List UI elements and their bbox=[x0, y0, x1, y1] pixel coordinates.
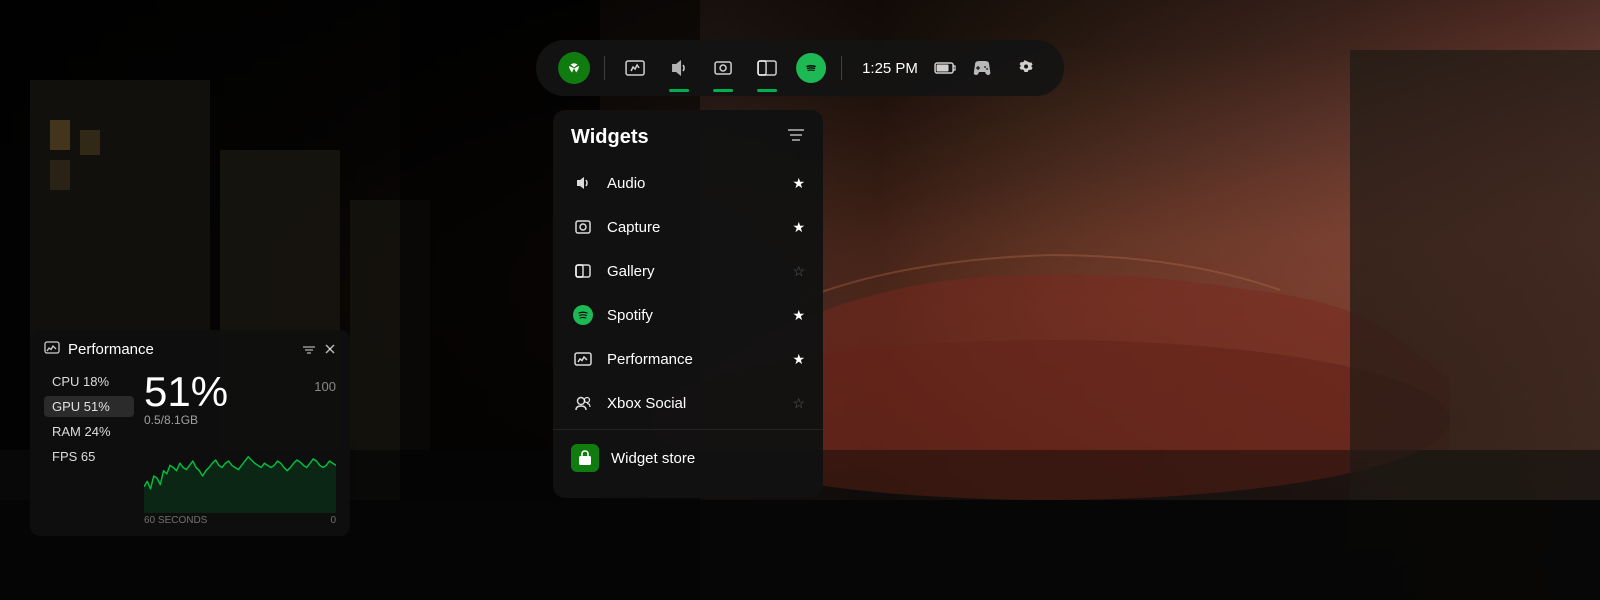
perf-stat-fps[interactable]: FPS 65 bbox=[44, 446, 134, 467]
capture-widget-icon bbox=[571, 215, 595, 239]
performance-widget-icon bbox=[571, 347, 595, 371]
performance-topbar-button[interactable] bbox=[617, 50, 653, 86]
perf-gpu-label: GPU 51% bbox=[52, 399, 110, 414]
gallery-topbar-button[interactable] bbox=[749, 50, 785, 86]
capture-star[interactable]: ★ bbox=[792, 219, 805, 236]
widget-item-capture[interactable]: Capture ★ bbox=[553, 205, 823, 249]
widget-item-gallery[interactable]: Gallery ☆ bbox=[553, 249, 823, 293]
widget-item-performance[interactable]: Performance ★ bbox=[553, 337, 823, 381]
perf-widget-header: Performance bbox=[44, 340, 336, 359]
perf-widget-title: Performance bbox=[68, 341, 154, 358]
perf-stat-gpu[interactable]: GPU 51% bbox=[44, 396, 134, 417]
perf-settings-icon[interactable] bbox=[302, 342, 316, 358]
perf-stats-list: CPU 18% GPU 51% RAM 24% FPS 65 bbox=[44, 371, 134, 526]
spotify-icon bbox=[796, 53, 826, 83]
audio-widget-label: Audio bbox=[607, 175, 780, 192]
xbox-logo bbox=[558, 52, 590, 84]
audio-widget-icon bbox=[571, 171, 595, 195]
perf-sub-value: 0.5/8.1GB bbox=[144, 413, 336, 427]
capture-widget-label: Capture bbox=[607, 219, 780, 236]
widgets-filter-icon[interactable] bbox=[787, 128, 805, 147]
topbar-divider-1 bbox=[604, 56, 605, 80]
audio-topbar-button[interactable] bbox=[661, 50, 697, 86]
settings-button[interactable] bbox=[1008, 50, 1044, 86]
perf-chart bbox=[144, 433, 336, 513]
spotify-widget-label: Spotify bbox=[607, 307, 780, 324]
widget-store-item[interactable]: Widget store bbox=[553, 429, 823, 482]
xbox-social-widget-icon bbox=[571, 391, 595, 415]
widget-item-xbox-social[interactable]: Xbox Social ☆ bbox=[553, 381, 823, 425]
spotify-widget-icon bbox=[571, 303, 595, 327]
topbar-battery bbox=[934, 61, 956, 75]
gallery-widget-icon bbox=[571, 259, 595, 283]
capture-topbar-button[interactable] bbox=[705, 50, 741, 86]
perf-fps-label: FPS 65 bbox=[52, 449, 95, 464]
xbox-social-star[interactable]: ☆ bbox=[792, 395, 805, 412]
perf-stat-ram[interactable]: RAM 24% bbox=[44, 421, 134, 442]
spotify-star[interactable]: ★ bbox=[792, 307, 805, 324]
perf-main-value: 51% bbox=[144, 371, 228, 413]
widget-item-spotify[interactable]: Spotify ★ bbox=[553, 293, 823, 337]
widgets-panel: Widgets Audio ★ Capture ★ bbox=[553, 110, 823, 498]
performance-widget-label: Performance bbox=[607, 351, 780, 368]
perf-cpu-label: CPU 18% bbox=[52, 374, 109, 389]
topbar: 1:25 PM bbox=[536, 40, 1064, 96]
widgets-title: Widgets bbox=[571, 126, 649, 149]
performance-star[interactable]: ★ bbox=[792, 351, 805, 368]
perf-max-value: 100 bbox=[314, 379, 336, 394]
audio-star[interactable]: ★ bbox=[792, 175, 805, 192]
perf-close-icon[interactable] bbox=[324, 342, 336, 358]
perf-chart-labels: 60 SECONDS 0 bbox=[144, 515, 336, 526]
perf-main-display: 51% 100 0.5/8.1GB 60 SECONDS 0 bbox=[134, 371, 336, 526]
xbox-button[interactable] bbox=[556, 50, 592, 86]
perf-widget-body: CPU 18% GPU 51% RAM 24% FPS 65 51% 100 0… bbox=[44, 371, 336, 526]
gallery-star[interactable]: ☆ bbox=[792, 263, 805, 280]
gallery-widget-label: Gallery bbox=[607, 263, 780, 280]
controller-icon bbox=[964, 50, 1000, 86]
perf-ram-label: RAM 24% bbox=[52, 424, 111, 439]
widget-store-label: Widget store bbox=[611, 450, 695, 467]
topbar-divider-2 bbox=[841, 56, 842, 80]
perf-widget-icon bbox=[44, 340, 60, 359]
topbar-time: 1:25 PM bbox=[862, 60, 918, 77]
perf-chart-label-right: 0 bbox=[330, 515, 336, 526]
perf-widget-controls bbox=[302, 342, 336, 358]
perf-stat-cpu[interactable]: CPU 18% bbox=[44, 371, 134, 392]
xbox-social-widget-label: Xbox Social bbox=[607, 395, 780, 412]
widget-store-icon bbox=[571, 444, 599, 472]
widgets-header: Widgets bbox=[553, 126, 823, 161]
performance-overlay-widget: Performance CPU 18% bbox=[30, 330, 350, 536]
widget-item-audio[interactable]: Audio ★ bbox=[553, 161, 823, 205]
spotify-topbar-button[interactable] bbox=[793, 50, 829, 86]
perf-title-group: Performance bbox=[44, 340, 154, 359]
perf-chart-label-left: 60 SECONDS bbox=[144, 515, 207, 526]
